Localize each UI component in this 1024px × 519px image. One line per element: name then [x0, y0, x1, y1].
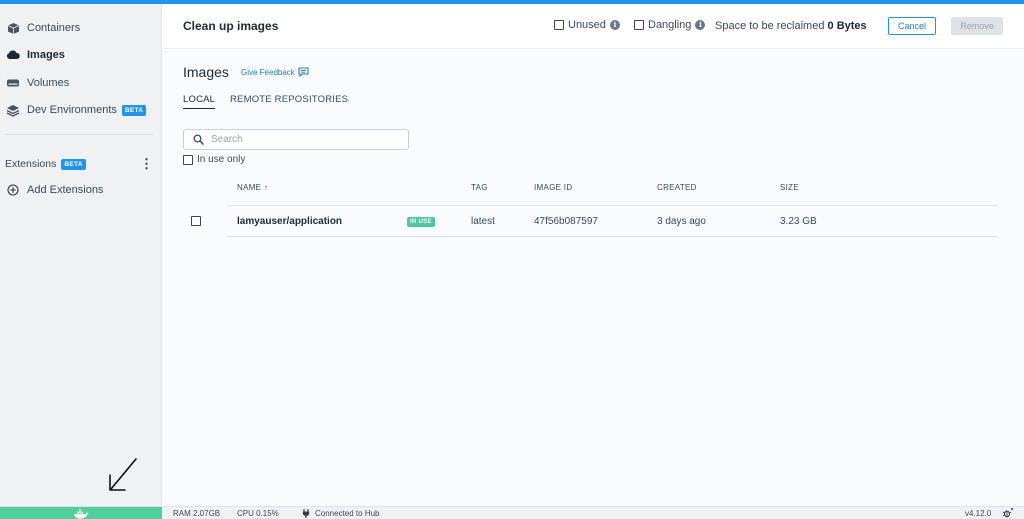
beta-badge: BETA [121, 104, 147, 116]
search-input[interactable] [211, 134, 401, 145]
checkbox-box [191, 216, 201, 226]
give-feedback-link[interactable]: Give Feedback [241, 67, 309, 77]
feedback-label: Give Feedback [241, 67, 295, 77]
row-checkbox[interactable] [191, 216, 205, 226]
extensions-menu-icon[interactable]: ⋮ [140, 157, 153, 171]
in-use-only-label: In use only [197, 154, 246, 165]
plug-icon [302, 509, 310, 518]
checkbox-box [634, 20, 644, 30]
info-icon[interactable]: i [695, 20, 706, 30]
table-row[interactable]: lamyauser/application IN USE latest 47f5… [163, 205, 1024, 237]
checkbox-box [183, 154, 193, 165]
status-bar: RAM 2.07GB CPU 0.15% Connected to Hub v4… [0, 506, 1024, 519]
extensions-header: Extensions BETA ⋮ [0, 154, 162, 174]
images-icon [5, 48, 21, 62]
images-title: Images [183, 64, 229, 80]
sidebar-divider [5, 134, 153, 135]
sidebar-item-volumes[interactable]: Volumes [0, 72, 162, 94]
sidebar-item-label: Add Extensions [27, 184, 104, 196]
column-header-tag[interactable]: TAG [471, 183, 488, 192]
beta-badge: BETA [61, 158, 86, 170]
column-header-created[interactable]: CREATED [657, 183, 697, 192]
volumes-icon [5, 76, 21, 90]
unused-checkbox[interactable]: Unused i [554, 19, 620, 31]
info-icon[interactable]: i [609, 20, 620, 30]
dangling-checkbox[interactable]: Dangling i [634, 19, 706, 31]
checkbox-box [554, 20, 564, 30]
sidebar-item-containers[interactable]: Containers [0, 17, 162, 39]
version-label: v4.12.0 [965, 509, 992, 518]
dev-environments-icon [5, 103, 21, 117]
hub-status-label: Connected to Hub [315, 509, 380, 518]
cleanup-header: Clean up images Unused i Dangling i Spac… [163, 4, 1024, 49]
sidebar-item-dev-environments[interactable]: Dev Environments BETA [0, 99, 162, 121]
sidebar-item-add-extensions[interactable]: Add Extensions [0, 179, 162, 201]
annotation-arrow-icon [109, 458, 137, 491]
tab-local[interactable]: LOCAL [183, 94, 216, 109]
sidebar: Containers Images Volumes Dev Environmen… [0, 4, 162, 506]
page-title: Clean up images [183, 19, 279, 33]
sidebar-item-label: Containers [27, 22, 81, 34]
column-header-image-id[interactable]: IMAGE ID [534, 183, 572, 192]
docker-status-indicator[interactable] [0, 507, 162, 519]
sidebar-item-label: Volumes [27, 77, 70, 89]
search-field[interactable] [183, 129, 409, 150]
image-id: 47f56b087597 [534, 216, 598, 227]
sidebar-item-images[interactable]: Images [0, 44, 162, 66]
sidebar-item-label: Dev Environments [27, 104, 117, 116]
search-icon [193, 134, 204, 145]
column-header-size[interactable]: SIZE [780, 183, 799, 192]
in-use-badge: IN USE [407, 217, 435, 227]
image-size: 3.23 GB [780, 216, 817, 227]
cpu-usage: CPU 0.15% [237, 509, 279, 518]
row-divider [227, 236, 998, 237]
dangling-label: Dangling [648, 19, 692, 31]
unused-label: Unused [568, 19, 606, 31]
column-header-name[interactable]: NAME ↑ [237, 183, 268, 192]
image-created: 3 days ago [657, 216, 706, 227]
reclaim-label: Space to be reclaimed [715, 20, 825, 32]
troubleshoot-bug-icon[interactable] [1002, 508, 1014, 519]
image-name: lamyauser/application [237, 216, 343, 227]
hub-connection-status: Connected to Hub [302, 509, 380, 518]
add-circle-icon [5, 183, 21, 197]
in-use-only-checkbox[interactable]: In use only [183, 154, 245, 165]
ram-usage: RAM 2.07GB [173, 509, 221, 518]
reclaim-value: 0 Bytes [827, 20, 867, 32]
images-panel: Images Give Feedback LOCAL REMOTE REPOSI… [163, 49, 1024, 506]
feedback-chat-icon [298, 67, 309, 77]
docker-whale-icon [74, 508, 89, 519]
space-reclaimed-text: Space to be reclaimed 0 Bytes [715, 20, 867, 32]
sidebar-item-label: Images [27, 49, 65, 61]
containers-icon [5, 21, 21, 35]
extensions-label: Extensions [5, 158, 57, 170]
tab-remote-repositories[interactable]: REMOTE REPOSITORIES [230, 94, 348, 105]
remove-button[interactable]: Remove [951, 17, 1003, 35]
cancel-button[interactable]: Cancel [888, 17, 936, 35]
image-tag: latest [471, 216, 495, 227]
